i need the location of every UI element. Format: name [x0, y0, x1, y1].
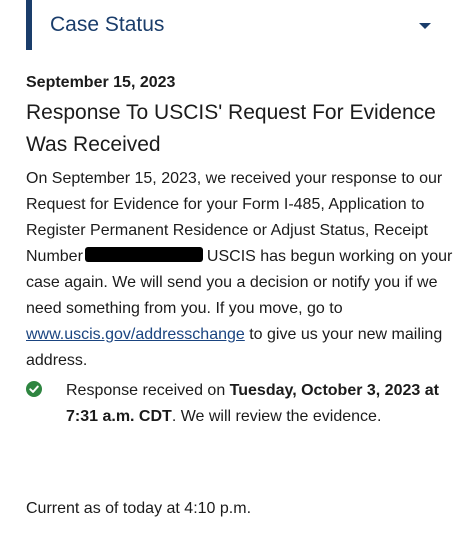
- status-date: September 15, 2023: [26, 74, 176, 91]
- address-change-link[interactable]: www.uscis.gov/addresschange: [26, 326, 245, 343]
- status-event: Response received on Tuesday, October 3,…: [26, 378, 456, 458]
- check-circle-icon: [26, 381, 42, 397]
- event-prefix: Response received on: [66, 382, 226, 399]
- current-as-of: Current as of today at 4:10 p.m.: [26, 500, 252, 517]
- header-accent-bar: [26, 0, 32, 50]
- case-status-header[interactable]: Case Status: [26, 0, 444, 50]
- status-heading: Response To USCIS' Request For Evidence …: [26, 101, 436, 156]
- header-title: Case Status: [50, 13, 165, 36]
- chevron-down-icon[interactable]: [419, 23, 431, 29]
- status-description: On September 15, 2023, we received your …: [26, 166, 466, 374]
- event-suffix: . We will review the evidence.: [171, 408, 382, 425]
- event-text: Response received on Tuesday, October 3,…: [66, 378, 446, 430]
- redacted-receipt-number: [84, 247, 203, 262]
